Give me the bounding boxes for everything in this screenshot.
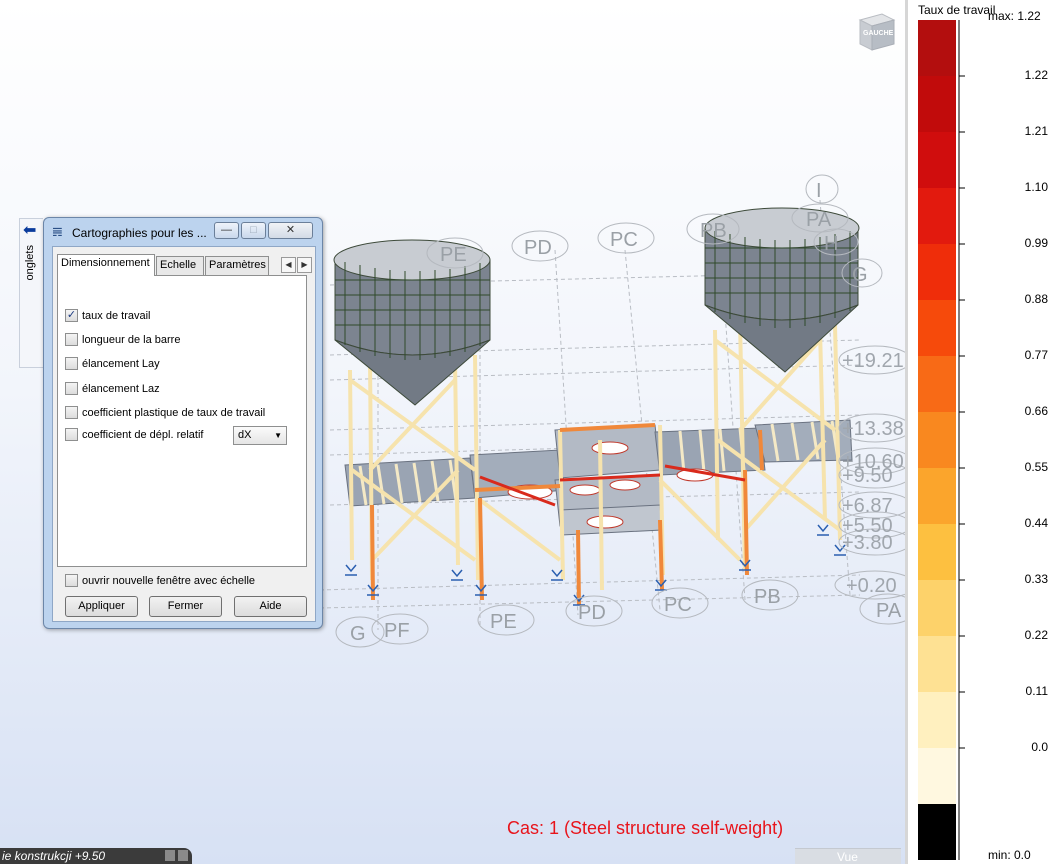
grid-label-right: G: [852, 264, 868, 286]
grid-label-top: PC: [610, 229, 638, 251]
grid-label-top: PA: [806, 209, 832, 231]
legend-value-label: 0.11: [1025, 684, 1048, 698]
checkbox[interactable]: [65, 574, 78, 587]
level-label: +3.80: [842, 532, 893, 554]
color-legend: Taux de travail max: 1.22 1.22 1.21 1.10 0.…: [905, 0, 1054, 864]
legend-value-label: 1.22: [1024, 68, 1048, 82]
grid-label-bottom: PE: [490, 611, 517, 633]
load-case-label: Cas: 1 (Steel structure self-weight): [507, 818, 784, 838]
legend-value-label: 0.66: [1024, 404, 1048, 418]
legend-value-label: 0.33: [1024, 572, 1048, 586]
legend-color-band: [918, 412, 956, 468]
tab-parametres[interactable]: Paramètres: [205, 256, 269, 275]
status-text: ie konstrukcji +9.50: [2, 849, 106, 863]
legend-color-band: [918, 804, 956, 860]
legend-value-label: 0.0: [1031, 740, 1048, 754]
level-label: +19.21: [842, 350, 904, 372]
legend-color-band: [918, 300, 956, 356]
legend-value-label: 0.77: [1024, 348, 1048, 362]
tab-dimensionnement[interactable]: Dimensionnement: [57, 254, 155, 276]
legend-color-band: [918, 636, 956, 692]
apply-button[interactable]: Appliquer: [65, 596, 138, 617]
legend-color-band: [918, 188, 956, 244]
legend-value-label: 0.22: [1024, 628, 1048, 642]
options-panel: ✓ taux de travail longueur de la barre é…: [57, 275, 307, 567]
grid-label-bottom: PD: [578, 602, 606, 624]
legend-max-label: max: 1.22: [988, 9, 1041, 23]
grid-label-top: PB: [700, 220, 727, 242]
status-toggle-button[interactable]: [178, 850, 188, 861]
legend-value-label: 1.21: [1024, 124, 1048, 138]
checkbox[interactable]: [65, 382, 78, 395]
grid-label-top: PE: [440, 244, 467, 266]
tab-scroll-left-button[interactable]: ◀: [281, 257, 296, 273]
help-button[interactable]: Aide: [234, 596, 307, 617]
tab-scroll-right-button[interactable]: ▶: [297, 257, 312, 273]
grid-label-right: I: [816, 180, 822, 202]
map-icon: 𝌇: [52, 225, 63, 239]
legend-value-label: 1.10: [1024, 180, 1048, 194]
checkbox-checked[interactable]: ✓: [65, 309, 78, 322]
viewcube[interactable]: GAUCHE: [856, 10, 896, 52]
view-button[interactable]: Vue: [795, 848, 901, 864]
level-label: +6.87: [842, 495, 893, 517]
tab-echelle[interactable]: Echelle: [156, 256, 204, 275]
status-bar: ie konstrukcji +9.50: [0, 848, 192, 864]
level-label: +0.20: [846, 575, 897, 597]
legend-color-band: [918, 580, 956, 636]
grid-label-bottom: PC: [664, 594, 692, 616]
checkbox[interactable]: [65, 357, 78, 370]
legend-value-label: 0.55: [1024, 460, 1048, 474]
legend-color-band: [918, 76, 956, 132]
dialog-body: Dimensionnement Echelle Paramètres ◀ ▶ ✓…: [52, 246, 316, 622]
arrow-left-icon[interactable]: ⬅: [23, 223, 36, 239]
checkbox[interactable]: [65, 428, 78, 441]
legend-color-band: [918, 20, 956, 76]
checkbox[interactable]: [65, 333, 78, 346]
grid-label-right: H: [824, 233, 838, 255]
legend-color-band: [918, 748, 956, 804]
grid-label-bottom: PF: [384, 620, 410, 642]
legend-value-label: 0.88: [1024, 292, 1048, 306]
close-button[interactable]: Fermer: [149, 596, 222, 617]
legend-title: Taux de travail: [918, 3, 996, 17]
legend-color-band: [918, 356, 956, 412]
legend-color-band: [918, 692, 956, 748]
maximize-button[interactable]: □: [241, 222, 266, 239]
cartography-dialog: 𝌇 Cartographies pour les ... — □ ✕ Dimen…: [43, 217, 323, 629]
grid-label-bottom: PB: [754, 586, 781, 608]
displacement-direction-select[interactable]: dX ▼: [233, 426, 287, 445]
close-icon: ✕: [285, 224, 296, 236]
level-label: +13.38: [842, 418, 904, 440]
close-window-button[interactable]: ✕: [268, 222, 313, 239]
legend-color-band: [918, 524, 956, 580]
grid-label-bottom: PA: [876, 600, 902, 622]
minimize-button[interactable]: —: [214, 222, 239, 239]
grid-label-top: PD: [524, 237, 552, 259]
level-label: +9.50: [842, 465, 893, 487]
checkbox[interactable]: [65, 406, 78, 419]
chevron-down-icon: ▼: [274, 431, 282, 440]
legend-value-label: 0.99: [1024, 236, 1048, 250]
dialog-titlebar[interactable]: 𝌇 Cartographies pour les ... — □ ✕: [44, 218, 322, 246]
legend-color-band: [918, 244, 956, 300]
dialog-title: Cartographies pour les ...: [72, 226, 207, 240]
side-tab-strip[interactable]: ⬅ onglets: [19, 218, 43, 368]
legend-color-band: [918, 132, 956, 188]
legend-value-label: 0.44: [1024, 516, 1048, 530]
viewcube-face-label: GAUCHE: [863, 30, 894, 37]
legend-color-band: [918, 468, 956, 524]
status-toggle-button[interactable]: [165, 850, 175, 861]
grid-label-bottom: G: [350, 623, 366, 645]
legend-min-label: min: 0.0: [988, 848, 1031, 862]
side-tab-label: onglets: [24, 245, 36, 281]
